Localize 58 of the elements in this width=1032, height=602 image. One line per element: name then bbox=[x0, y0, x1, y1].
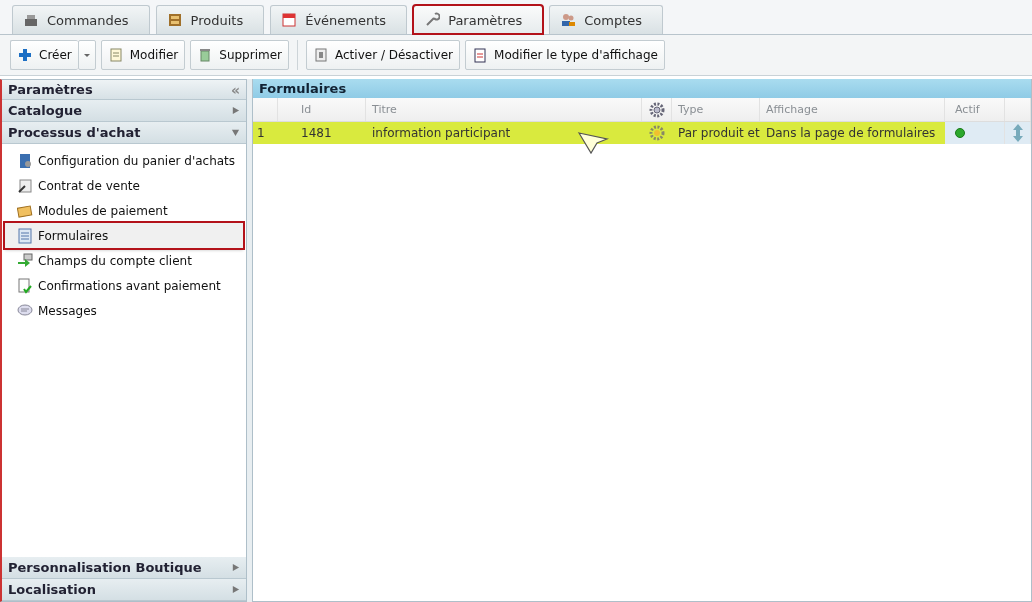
wrench-icon bbox=[424, 12, 441, 28]
calendar-icon bbox=[281, 12, 298, 28]
create-button[interactable]: Créer bbox=[10, 40, 78, 70]
right-triangle-icon bbox=[231, 585, 240, 594]
gear-icon[interactable] bbox=[649, 125, 665, 141]
arrow-icon bbox=[17, 252, 33, 269]
nav-item[interactable]: Configuration du panier d'achats bbox=[5, 148, 243, 173]
table-cell: Par produit et bbox=[678, 126, 760, 140]
book-icon bbox=[17, 152, 33, 169]
grid-title: Formulaires bbox=[253, 79, 1031, 98]
dropdown-button[interactable] bbox=[77, 40, 96, 70]
clipboard-icon bbox=[472, 47, 489, 63]
tab[interactable]: Produits bbox=[155, 5, 265, 34]
toolbar-button[interactable]: Modifier le type d'affichage bbox=[465, 40, 665, 70]
nav-item[interactable]: Champs du compte client bbox=[5, 248, 243, 273]
gear-icon bbox=[648, 101, 665, 118]
section-header[interactable]: Personnalisation Boutique bbox=[2, 557, 246, 579]
section-header[interactable]: Catalogue bbox=[2, 100, 246, 122]
toolbar-button[interactable]: Modifier bbox=[100, 40, 186, 70]
column-header: Titre bbox=[366, 98, 642, 121]
section-header[interactable]: Localisation bbox=[2, 579, 246, 601]
speech-bubble-icon bbox=[17, 302, 33, 319]
nav-item[interactable]: Modules de paiement bbox=[5, 198, 243, 223]
tab[interactable]: Paramètres bbox=[413, 5, 544, 34]
panel-title: Paramètres bbox=[8, 82, 93, 97]
plus-icon bbox=[17, 47, 33, 63]
column-header: Id bbox=[278, 98, 366, 121]
users-icon bbox=[560, 12, 577, 28]
pointer-icon bbox=[577, 131, 611, 155]
reorder-icon[interactable] bbox=[1012, 124, 1023, 142]
section-header[interactable]: Processus d'achat bbox=[2, 122, 246, 144]
table-cell: Dans la page de formulaires bbox=[766, 126, 936, 140]
tab[interactable]: Commandes bbox=[12, 5, 150, 34]
document-check-icon bbox=[17, 277, 33, 294]
caret-icon bbox=[82, 51, 91, 59]
column-header: Actif bbox=[945, 98, 1005, 121]
column-header: Type bbox=[672, 98, 760, 121]
right-triangle-icon bbox=[231, 106, 240, 115]
column-header: Affichage bbox=[760, 98, 945, 121]
table-cell: 1481 bbox=[301, 126, 332, 140]
nav-item[interactable]: Confirmations avant paiement bbox=[5, 273, 243, 298]
right-triangle-icon bbox=[231, 563, 240, 572]
document-icon bbox=[17, 177, 33, 194]
notepad-icon bbox=[107, 47, 124, 63]
nav-item[interactable]: Formulaires bbox=[5, 223, 243, 248]
shelf-icon bbox=[166, 12, 183, 28]
down-triangle-icon bbox=[231, 128, 240, 137]
nav-item[interactable]: Contrat de vente bbox=[5, 173, 243, 198]
tab[interactable]: Événements bbox=[270, 5, 408, 34]
toolbar-button[interactable]: Supprimer bbox=[190, 40, 289, 70]
switch-icon bbox=[313, 47, 329, 63]
nav-item[interactable]: Messages bbox=[5, 298, 243, 323]
tab[interactable]: Comptes bbox=[549, 5, 664, 34]
toolbar-button[interactable]: Activer / Désactiver bbox=[306, 40, 461, 70]
form-icon bbox=[17, 227, 33, 244]
card-icon bbox=[17, 202, 33, 219]
row-number: 1 bbox=[257, 126, 265, 140]
table-cell: information participant bbox=[372, 126, 511, 140]
